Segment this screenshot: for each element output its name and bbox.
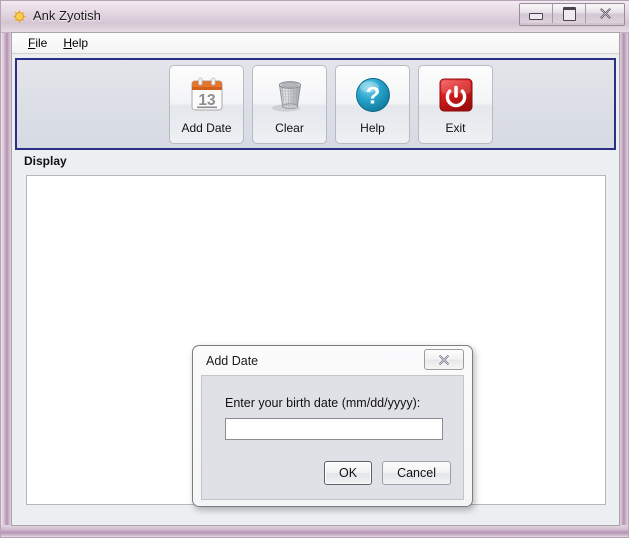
- dialog-title: Add Date: [206, 354, 259, 368]
- menu-item-help[interactable]: Help: [55, 34, 96, 52]
- menu-help-rest: elp: [72, 36, 89, 50]
- window-bottom-border: [1, 525, 628, 537]
- help-button[interactable]: ? Help: [335, 65, 410, 144]
- window-frame: Ank Zyotish File Help 13 Add Date Clear …: [0, 0, 629, 538]
- close-icon: [599, 8, 611, 19]
- dialog-body: Enter your birth date (mm/dd/yyyy): OK C…: [201, 375, 464, 500]
- close-button[interactable]: [586, 4, 624, 23]
- window-left-border: [1, 1, 11, 537]
- window-controls: [519, 3, 625, 26]
- dialog-close-button[interactable]: [424, 349, 464, 370]
- maximize-icon: [562, 6, 576, 21]
- trash-bin-icon: [268, 73, 312, 117]
- birth-date-input[interactable]: [225, 418, 443, 440]
- exit-button[interactable]: Exit: [418, 65, 493, 144]
- menu-bar: File Help: [12, 33, 619, 54]
- close-icon: [439, 354, 449, 365]
- question-mark-icon: ?: [351, 73, 395, 117]
- toolbar-button-group: 13 Add Date Clear ? Help Exit: [169, 65, 493, 144]
- calendar-icon: 13: [185, 73, 229, 117]
- menu-item-file[interactable]: File: [20, 34, 55, 52]
- client-area: File Help 13 Add Date Clear ? Help Exit …: [11, 32, 620, 526]
- power-button-icon: [434, 73, 478, 117]
- exit-label: Exit: [445, 121, 466, 135]
- toolbar-panel: 13 Add Date Clear ? Help Exit: [15, 58, 616, 150]
- ok-button[interactable]: OK: [324, 461, 373, 485]
- minimize-icon: [529, 13, 543, 20]
- minimize-button[interactable]: [520, 4, 553, 23]
- menu-file-rest: ile: [35, 36, 48, 50]
- window-title: Ank Zyotish: [33, 8, 101, 23]
- clear-button[interactable]: Clear: [252, 65, 327, 144]
- display-area[interactable]: Add Date Enter your birth date (mm/dd/yy…: [26, 175, 606, 507]
- sun-icon: [12, 9, 27, 24]
- dialog-button-row: OK Cancel: [324, 461, 451, 485]
- help-label: Help: [360, 121, 385, 135]
- maximize-button[interactable]: [553, 4, 586, 23]
- display-group-label: Display: [24, 154, 67, 168]
- add-date-button[interactable]: 13 Add Date: [169, 65, 244, 144]
- title-bar[interactable]: Ank Zyotish: [1, 1, 629, 33]
- dialog-title-bar[interactable]: Add Date: [193, 346, 472, 375]
- cancel-button[interactable]: Cancel: [382, 461, 451, 485]
- birth-date-prompt: Enter your birth date (mm/dd/yyyy):: [225, 396, 421, 410]
- clear-label: Clear: [275, 121, 304, 135]
- add-date-label: Add Date: [181, 121, 232, 135]
- svg-text:?: ?: [365, 83, 380, 110]
- add-date-dialog: Add Date Enter your birth date (mm/dd/yy…: [192, 345, 473, 507]
- svg-text:13: 13: [198, 92, 216, 109]
- menu-help-mnemonic: H: [63, 36, 73, 50]
